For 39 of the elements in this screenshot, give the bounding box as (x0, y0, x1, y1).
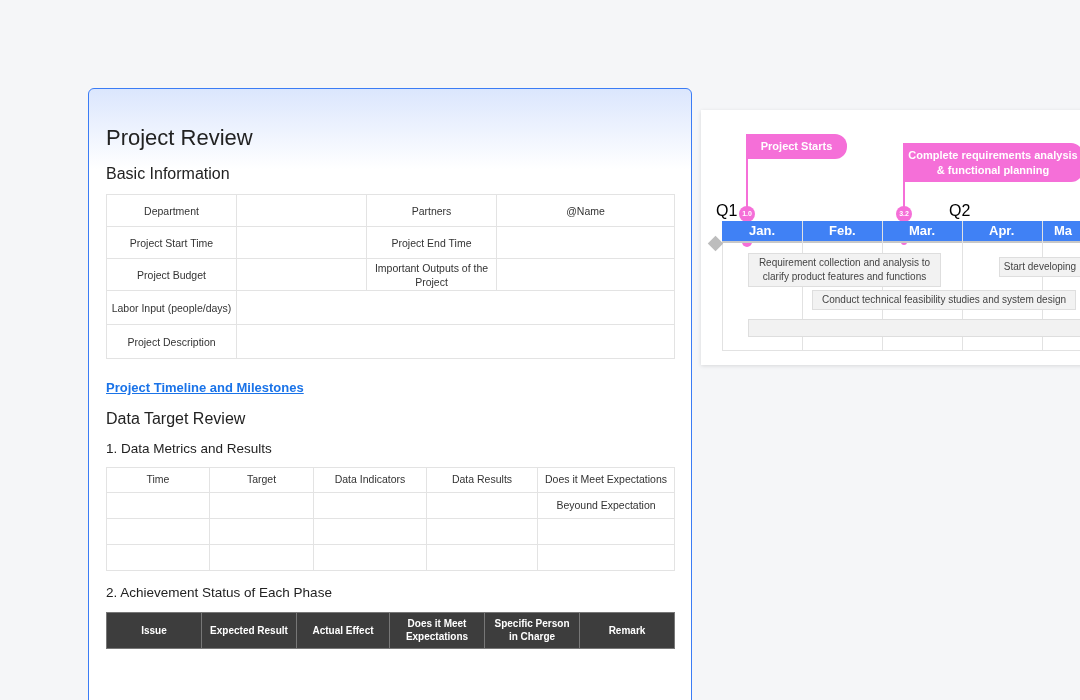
table-cell: Partners (366, 194, 497, 227)
table-cell: Important Outputs of the Project (366, 258, 497, 291)
task-bar: Conduct technical feasibility studies and system design (812, 290, 1076, 310)
milestone-flag: Project Starts (746, 134, 847, 159)
month-label: Jan. (749, 222, 775, 240)
column-header: Expected Result (201, 612, 297, 648)
task-bar: Requirement collection and analysis to clarify product features and functions (748, 253, 941, 287)
section-heading: Basic Information (106, 164, 231, 184)
table-cell: Beyound Expectation (537, 492, 675, 519)
document-title: Project Review (106, 124, 254, 152)
section-heading: Data Target Review (106, 409, 247, 429)
subsection-heading: 1. Data Metrics and Results (106, 440, 273, 458)
column-header: Specific Person in Charge (484, 612, 580, 648)
column-header: Data Indicators (313, 467, 427, 493)
task-bar: Start developing (999, 257, 1080, 277)
month-label: Apr. (989, 222, 1015, 240)
table-cell: @Name (496, 194, 675, 227)
month-label: Mar. (909, 222, 935, 240)
quarter-label: Q2 (949, 202, 971, 220)
month-label: Ma (1054, 222, 1073, 240)
table-cell: Project Description (106, 324, 237, 359)
column-header: Target (209, 467, 314, 493)
column-header: Does it Meet Expectations (389, 612, 485, 648)
column-header: Actual Effect (296, 612, 390, 648)
table-cell: Project Start Time (106, 226, 237, 259)
table-cell: Labor Input (people/days) (106, 290, 237, 325)
subsection-heading: 2. Achievement Status of Each Phase (106, 584, 333, 603)
column-header: Time (106, 467, 210, 493)
column-header: Issue (106, 612, 202, 648)
column-header: Remark (579, 612, 675, 648)
timeline-link[interactable]: Project Timeline and Milestones (106, 380, 304, 395)
table-cell: Project End Time (366, 226, 497, 259)
column-header: Data Results (426, 467, 538, 493)
milestone-flag: Complete requirements analysis & functional planning (903, 143, 1080, 182)
column-header: Does it Meet Expectations (537, 467, 675, 493)
table-cell: Project Budget (106, 258, 237, 291)
quarter-label: Q1 (716, 202, 738, 220)
month-label: Feb. (829, 222, 856, 240)
table-cell: Department (106, 194, 237, 227)
